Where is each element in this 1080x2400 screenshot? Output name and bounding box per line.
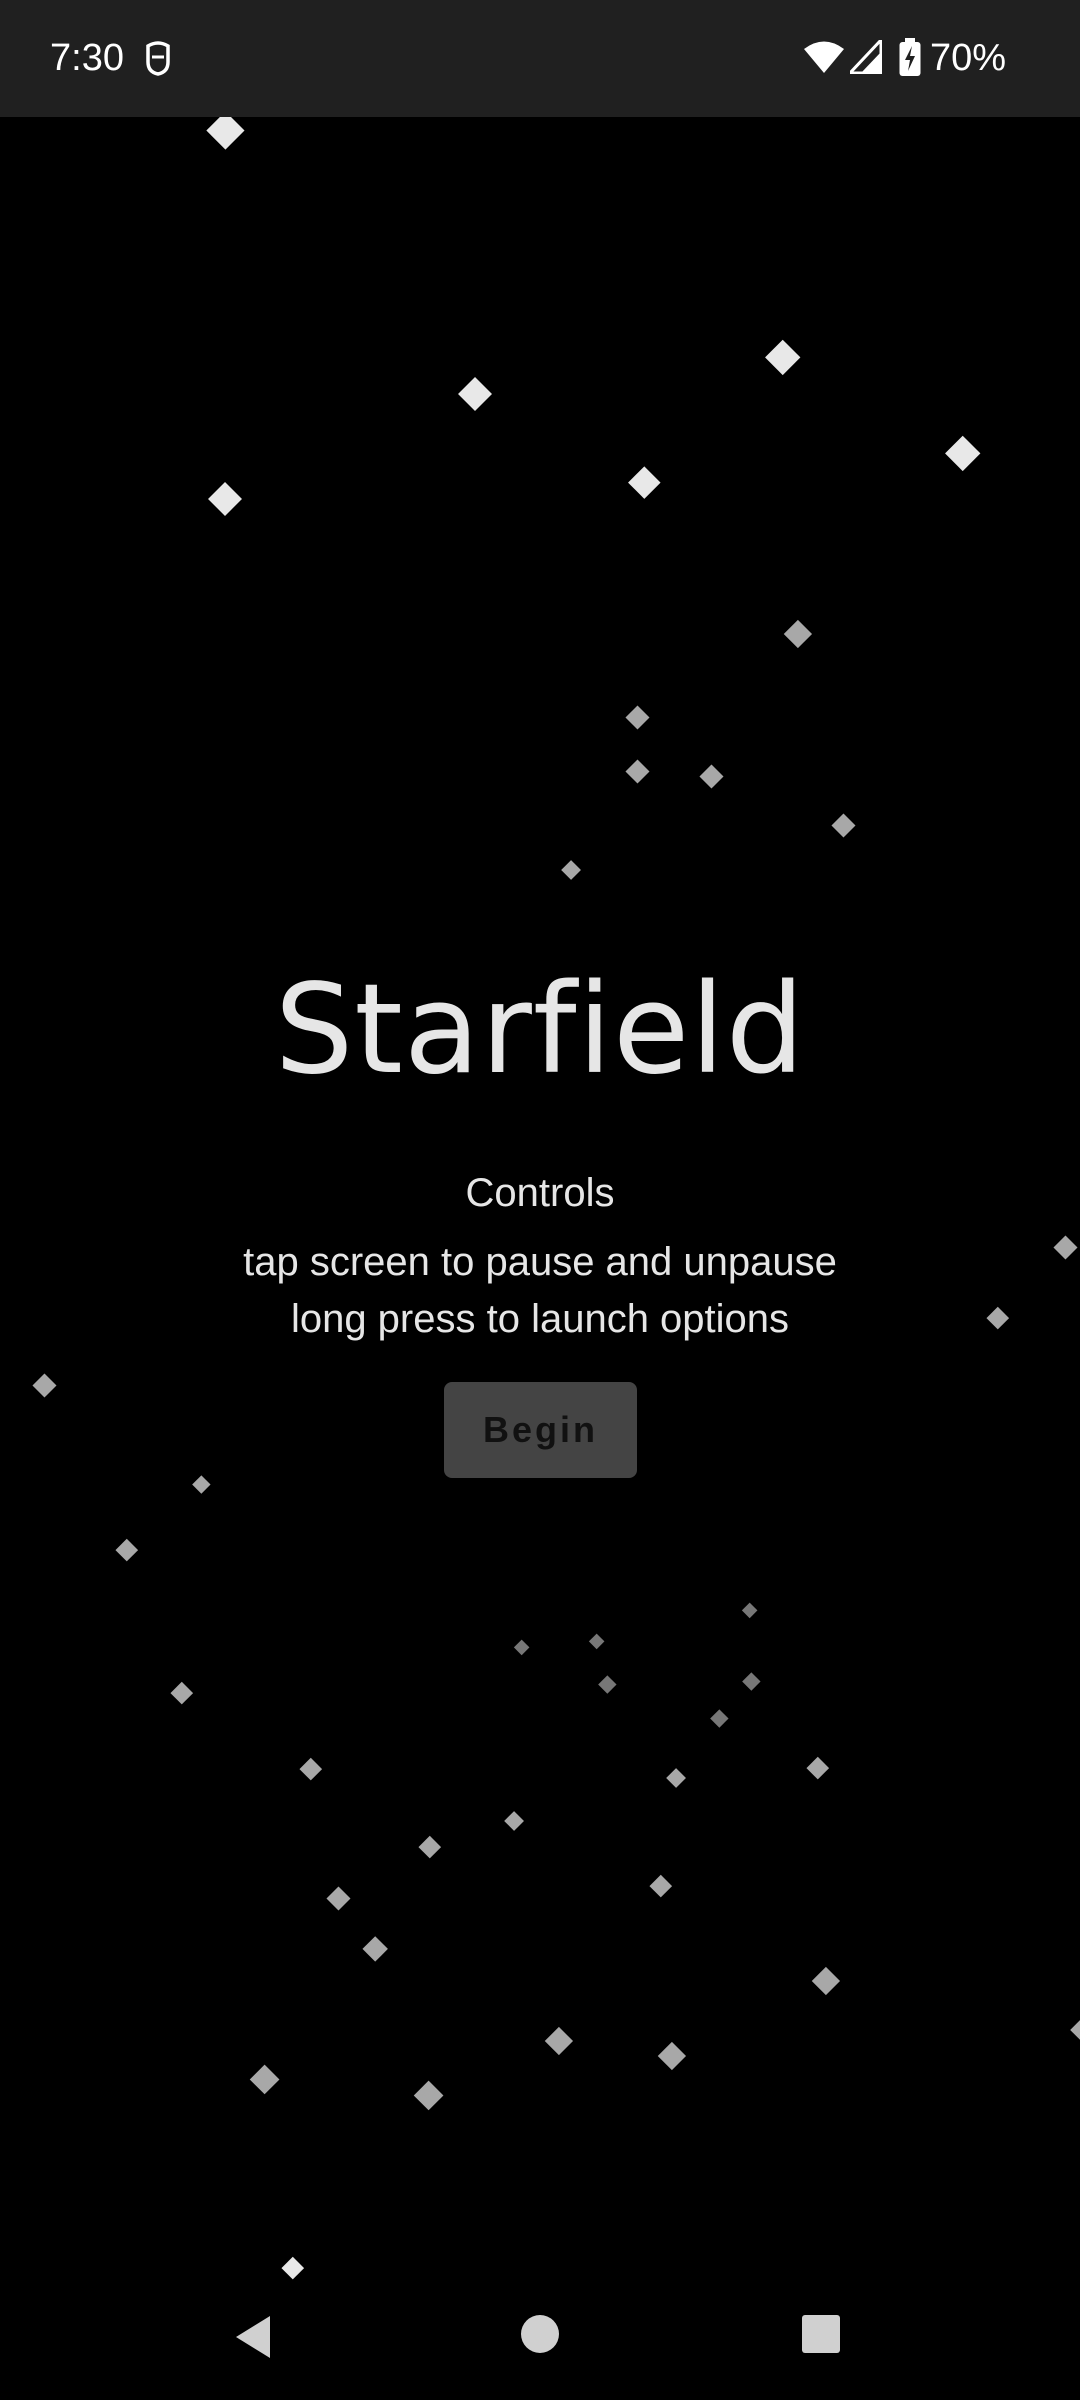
star-shape: [361, 1935, 388, 1962]
home-circle-icon: [521, 2315, 559, 2353]
star-shape: [325, 1885, 350, 1910]
battery-charging-icon: [898, 38, 922, 78]
controls-heading: Controls: [465, 1171, 615, 1215]
star-shape: [649, 1874, 672, 1897]
status-bar: 7:30 70%: [0, 0, 1080, 117]
navigation-bar: [0, 2280, 1080, 2400]
star-shape: [418, 1835, 441, 1858]
star-shape: [413, 2080, 444, 2111]
star-shape: [281, 2256, 304, 2279]
star-shape: [115, 1538, 138, 1561]
star-shape: [457, 376, 492, 411]
back-button[interactable]: [230, 2312, 280, 2362]
star-shape: [806, 1756, 829, 1779]
star-shape: [764, 339, 801, 376]
app-title: Starfield: [274, 958, 806, 1102]
shield-icon: [144, 40, 172, 76]
star-shape: [299, 1757, 322, 1780]
app-screen[interactable]: 7:30 70% Starfield Controls tap screen t…: [0, 0, 1080, 2400]
star-shape: [597, 1674, 616, 1693]
star-shape: [31, 1372, 56, 1397]
star-shape: [665, 1767, 686, 1788]
home-button[interactable]: [520, 2314, 560, 2354]
star-shape: [560, 859, 581, 880]
star-shape: [588, 1633, 605, 1650]
star-shape: [503, 1810, 524, 1831]
star-shape: [249, 2064, 280, 2095]
star-shape: [624, 704, 649, 729]
star-shape: [657, 2041, 686, 2070]
star-shape: [944, 435, 981, 472]
star-shape: [207, 481, 242, 516]
star-shape: [205, 117, 244, 150]
recents-square-icon: [802, 2315, 840, 2353]
back-triangle-icon: [236, 2316, 270, 2358]
star-shape: [191, 1474, 210, 1493]
star-shape: [627, 465, 660, 498]
recents-button[interactable]: [801, 2314, 841, 2354]
begin-button[interactable]: Begin: [444, 1382, 637, 1478]
star-shape: [170, 1681, 193, 1704]
cellular-signal-icon: [846, 36, 883, 75]
wifi-icon: [804, 40, 844, 74]
star-shape: [830, 812, 855, 837]
star-shape: [624, 758, 649, 783]
star-shape: [1069, 2019, 1080, 2040]
star-shape: [741, 1671, 760, 1690]
star-shape: [783, 619, 812, 648]
star-shape: [513, 1639, 530, 1656]
star-shape: [698, 763, 723, 788]
status-time: 7:30: [50, 37, 124, 79]
star-shape: [709, 1708, 728, 1727]
controls-instruction-long-press: long press to launch options: [290, 1297, 790, 1341]
battery-percent: 70%: [930, 37, 1007, 79]
star-shape: [811, 1966, 840, 1995]
controls-instruction-tap: tap screen to pause and unpause: [243, 1240, 837, 1284]
star-shape: [741, 1602, 758, 1619]
star-shape: [544, 2026, 573, 2055]
